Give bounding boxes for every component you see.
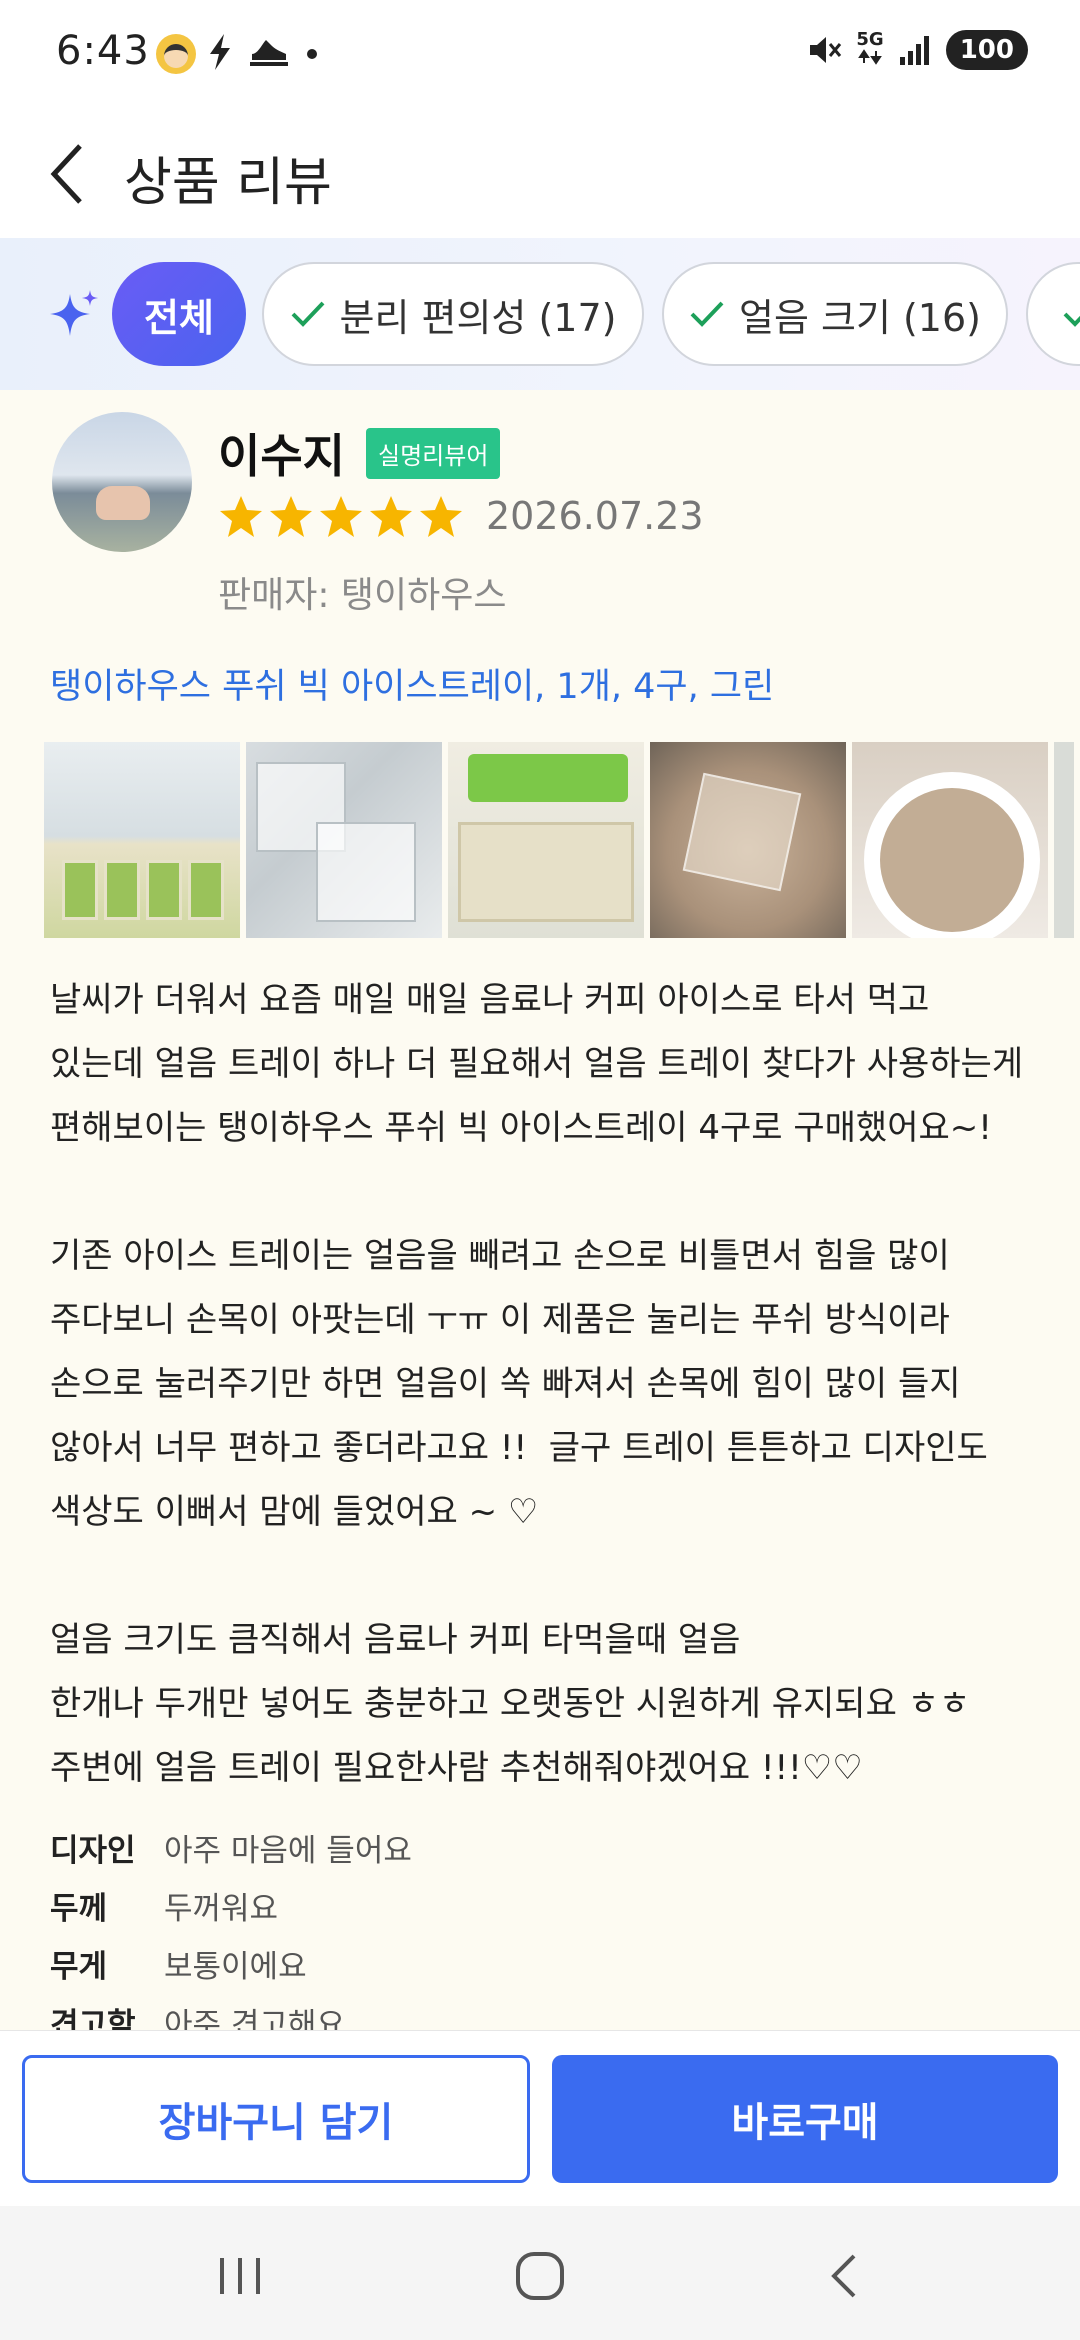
attribute-key: 무게 xyxy=(50,1948,108,1985)
status-bar: 6:43 5G 100 xyxy=(0,0,1080,110)
filter-chip-label: 얼음 크기 (16) xyxy=(738,295,981,340)
check-icon xyxy=(1063,312,1080,327)
page-title: 상품 리뷰 xyxy=(124,153,332,213)
home-icon[interactable] xyxy=(510,2246,570,2306)
review-attributes: 디자인 아주 마음에 들어요 두께 두꺼워요 무게 보통이에요 견고함 아주 견… xyxy=(50,1818,1040,2031)
recent-apps-icon[interactable] xyxy=(210,2246,270,2306)
attribute-value: 두꺼워요 xyxy=(164,1890,279,1927)
attribute-value: 아주 견고해요 xyxy=(164,2006,345,2031)
status-time: 6:43 xyxy=(56,28,150,74)
star-icon xyxy=(370,496,412,537)
dot-icon xyxy=(307,49,317,59)
status-right: 5G 100 xyxy=(806,30,1028,70)
system-navigation-bar xyxy=(0,2206,1080,2340)
verified-reviewer-badge: 실명리뷰어 xyxy=(366,428,501,479)
back-nav-icon[interactable] xyxy=(816,2246,876,2306)
star-icon xyxy=(270,496,312,537)
filter-chip-label: 분리 편의성 (17) xyxy=(339,295,617,340)
battery-indicator: 100 xyxy=(945,30,1028,70)
back-button[interactable] xyxy=(40,138,100,210)
attribute-row: 무게 보통이에요 xyxy=(50,1934,1040,1992)
attribute-value: 아주 마음에 들어요 xyxy=(164,1832,412,1869)
signal-icon xyxy=(899,36,929,65)
review-photo[interactable] xyxy=(448,742,644,938)
flash-icon xyxy=(210,34,230,70)
review-photos xyxy=(44,742,1080,938)
review-photo[interactable] xyxy=(650,742,846,938)
filter-chip-more[interactable] xyxy=(1026,262,1080,366)
add-to-cart-button[interactable]: 장바구니 담기 xyxy=(22,2055,530,2183)
review-photo[interactable] xyxy=(1054,742,1074,938)
attribute-key: 견고함 xyxy=(50,2006,136,2031)
app-header: 상품 리뷰 xyxy=(0,110,1080,238)
reviewer-name: 이수지 xyxy=(218,429,345,483)
attribute-key: 디자인 xyxy=(50,1832,136,1869)
attribute-row: 디자인 아주 마음에 들어요 xyxy=(50,1818,1040,1876)
purchase-action-bar: 장바구니 담기 바로구매 xyxy=(0,2030,1080,2206)
review-photo[interactable] xyxy=(852,742,1048,938)
filter-chip-all[interactable]: 전체 xyxy=(112,262,246,366)
sneaker-icon xyxy=(250,40,288,66)
check-icon xyxy=(291,301,324,327)
attribute-key: 두께 xyxy=(50,1890,108,1927)
attribute-row: 견고함 아주 견고해요 xyxy=(50,1992,1040,2031)
avatar-notification-icon xyxy=(156,34,196,74)
attribute-row: 두께 두꺼워요 xyxy=(50,1876,1040,1934)
review-photo[interactable] xyxy=(246,742,442,938)
network-indicator: 5G xyxy=(856,31,884,69)
star-icon xyxy=(320,496,362,537)
star-icon xyxy=(420,496,462,537)
seller-name: 판매자: 탱이하우스 xyxy=(218,575,507,616)
data-arrows-icon xyxy=(858,49,882,65)
attribute-value: 보통이에요 xyxy=(164,1948,307,1985)
check-icon xyxy=(690,301,724,327)
ai-sparkle-icon xyxy=(50,290,98,336)
product-option-link[interactable]: 탱이하우스 푸쉬 빅 아이스트레이, 1개, 4구, 그린 xyxy=(50,658,774,709)
screen: 6:43 5G 100 상품 리뷰 전체 분리 편의성 (17) 얼음 크기 (… xyxy=(0,0,1080,2340)
reviewer-avatar[interactable] xyxy=(52,412,192,552)
review-card: 이수지 실명리뷰어 2026.07.23 판매자: 탱이하우스 탱이하우스 푸쉬… xyxy=(0,390,1080,2030)
buy-now-button[interactable]: 바로구매 xyxy=(552,2055,1058,2183)
review-filter-bar: 전체 분리 편의성 (17) 얼음 크기 (16) xyxy=(0,238,1080,390)
review-body-text: 날씨가 더워서 요즘 매일 매일 음료나 커피 아이스로 타서 먹고 있는데 얼… xyxy=(50,980,1024,1788)
rating-stars xyxy=(218,494,464,540)
filter-chip-ice-size[interactable]: 얼음 크기 (16) xyxy=(662,262,1008,366)
filter-chip-separation[interactable]: 분리 편의성 (17) xyxy=(262,262,644,366)
mute-icon xyxy=(810,37,842,63)
review-date: 2026.07.23 xyxy=(486,494,704,538)
review-photo[interactable] xyxy=(44,742,240,938)
star-icon xyxy=(220,496,262,537)
